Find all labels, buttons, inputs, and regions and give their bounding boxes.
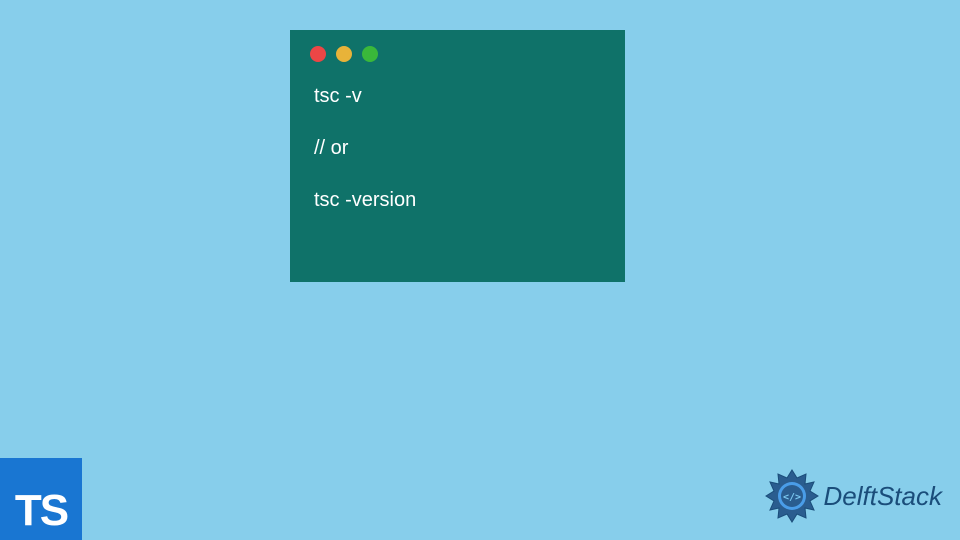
minimize-icon[interactable] — [336, 46, 352, 62]
maximize-icon[interactable] — [362, 46, 378, 62]
window-controls — [310, 46, 609, 62]
code-line: // or — [314, 134, 609, 162]
terminal-window: tsc -v // or tsc -version — [290, 30, 625, 282]
svg-text:</>: </> — [782, 492, 800, 503]
delftstack-icon: </> — [762, 466, 822, 526]
brand-name: DelftStack — [824, 481, 943, 512]
code-line: tsc -v — [314, 82, 609, 110]
close-icon[interactable] — [310, 46, 326, 62]
code-line: tsc -version — [314, 186, 609, 214]
typescript-badge: TS — [0, 458, 82, 540]
typescript-label: TS — [15, 486, 67, 536]
brand-logo: </> DelftStack — [762, 466, 943, 526]
